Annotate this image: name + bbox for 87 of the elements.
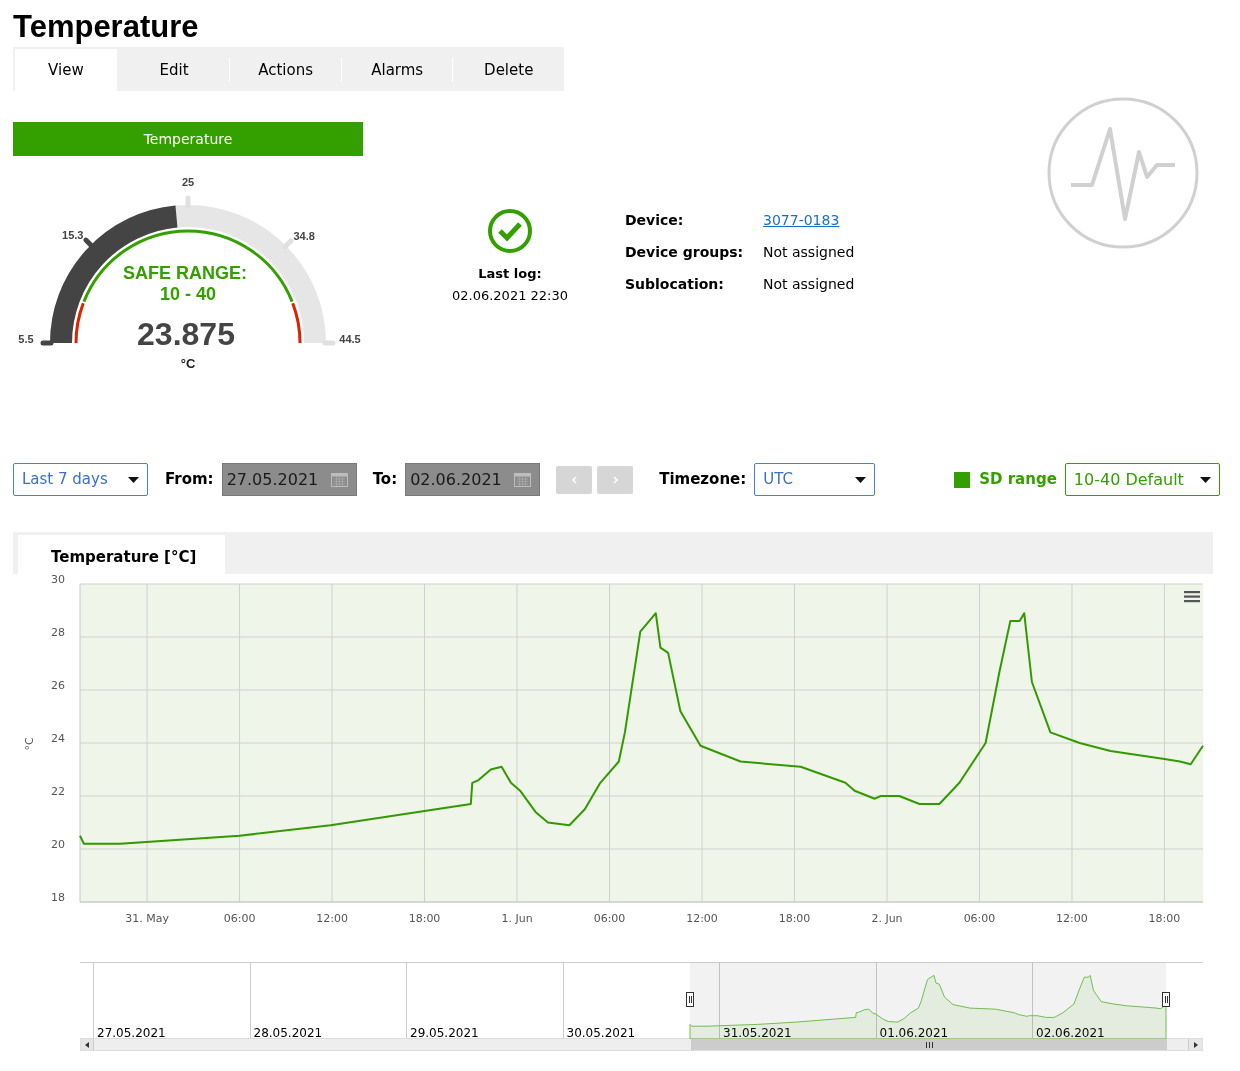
check-icon	[487, 208, 533, 254]
x-tick-label: 18:00	[1148, 912, 1181, 925]
chevron-left-icon	[571, 475, 577, 484]
caret-icon	[1199, 476, 1211, 483]
pulse-icon	[1047, 97, 1199, 249]
calendar-icon	[330, 472, 348, 487]
gauge-tick-label: 44.5	[339, 333, 361, 346]
detail-value: Not assigned	[763, 275, 855, 294]
safe-range-value: 10 - 40	[160, 284, 216, 305]
safe-range-label: SAFE RANGE:	[123, 263, 247, 284]
left-arrow-icon	[85, 1041, 89, 1048]
gauge-tick-label: 25	[181, 176, 195, 189]
scrollbar-thumb[interactable]	[691, 1039, 1167, 1050]
low-range-arc	[74, 303, 85, 344]
period-select[interactable]: Last 7 days	[13, 463, 148, 496]
right-arrow-icon	[1193, 1041, 1198, 1048]
x-tick-label: 06:00	[963, 912, 996, 925]
y-tick-label: 30	[51, 574, 65, 586]
device-link[interactable]: 3077-0183	[763, 210, 855, 231]
y-tick-label: 22	[51, 785, 65, 798]
detail-label: Device:	[625, 211, 685, 230]
navigator-handle[interactable]	[1162, 992, 1170, 1007]
menu-icon[interactable]	[1184, 591, 1200, 603]
x-tick-label: 1. Jun	[501, 912, 533, 925]
detail-value: Not assigned	[763, 243, 855, 262]
date-field[interactable]: 02.06.2021	[405, 463, 541, 496]
scroll-left-button[interactable]	[81, 1039, 94, 1050]
tab[interactable]: Delete	[453, 49, 565, 91]
gauge-tick	[40, 340, 54, 346]
y-axis-label: °C	[23, 737, 36, 751]
legend-swatch	[954, 471, 971, 488]
gauge-tick	[185, 195, 191, 209]
x-tick-label: 18:00	[778, 912, 811, 925]
to-label: To:	[372, 469, 398, 491]
timezone-label: Timezone:	[659, 469, 747, 491]
x-tick-label: 06:00	[593, 912, 626, 925]
navigator-handle[interactable]	[686, 992, 694, 1007]
unit-label: °C	[180, 356, 196, 372]
high-range-arc	[291, 303, 302, 344]
caret-icon	[855, 476, 867, 483]
gauge-tick-label: 5.5	[18, 333, 34, 346]
sensor-button[interactable]: Temperature	[13, 122, 363, 157]
tab[interactable]: Alarms	[341, 49, 453, 91]
navigator-date: 30.05.2021	[565, 1026, 636, 1040]
y-tick-label: 20	[51, 838, 65, 851]
x-tick-label: 06:00	[223, 912, 256, 925]
detail-label: Device groups:	[625, 243, 745, 262]
date-field[interactable]: 27.05.2021	[221, 463, 357, 496]
y-tick-label: 26	[51, 679, 65, 692]
chart-tab[interactable]: Temperature [°C]	[18, 535, 225, 574]
gauge-tick	[83, 237, 94, 249]
x-tick-label: 12:00	[316, 912, 348, 925]
gauge-tick	[282, 238, 294, 250]
gauge-tick-label: 15.3	[62, 229, 84, 241]
y-tick-label: 24	[51, 732, 65, 745]
navigator-date: 29.05.2021	[409, 1026, 479, 1040]
last-log-time: 02.06.2021 22:30	[452, 286, 568, 305]
chevron-right-icon	[612, 475, 618, 484]
navigator-date: 27.05.2021	[96, 1026, 166, 1040]
navigator-date: 02.06.2021	[1035, 1026, 1105, 1040]
gauge-tick	[322, 340, 336, 346]
navigator-date: 28.05.2021	[252, 1026, 323, 1040]
grip-icon	[925, 1041, 933, 1048]
sd-range-label: SD range	[979, 469, 1057, 491]
calendar-icon	[514, 472, 532, 487]
x-tick-label: 12:00	[686, 912, 718, 925]
y-tick-label: 18	[51, 891, 65, 904]
y-tick-label: 28	[51, 626, 65, 639]
navigator-date: 31.05.2021	[722, 1026, 792, 1040]
tab[interactable]: Actions	[230, 49, 341, 91]
detail-label: Sublocation:	[625, 275, 725, 294]
last-log-label: Last log:	[478, 265, 542, 283]
x-tick-label: 12:00	[1056, 912, 1088, 925]
from-label: From:	[165, 469, 214, 491]
scroll-right-button[interactable]	[1188, 1039, 1202, 1050]
caret-icon	[128, 476, 139, 483]
x-tick-label: 31. May	[125, 912, 169, 925]
timezone-select[interactable]: UTC	[754, 463, 876, 496]
temperature-value: 23.875	[137, 316, 235, 353]
x-tick-label: 18:00	[408, 912, 441, 925]
navigator-date: 01.06.2021	[878, 1026, 949, 1040]
page-title: Temperature	[13, 8, 199, 46]
x-tick-label: 2. Jun	[871, 912, 903, 925]
sd-range-select[interactable]: 10-40 Default	[1064, 463, 1220, 496]
tab[interactable]: View	[15, 49, 117, 91]
tab[interactable]: Edit	[118, 49, 230, 91]
gauge-tick-label: 34.8	[293, 229, 315, 242]
